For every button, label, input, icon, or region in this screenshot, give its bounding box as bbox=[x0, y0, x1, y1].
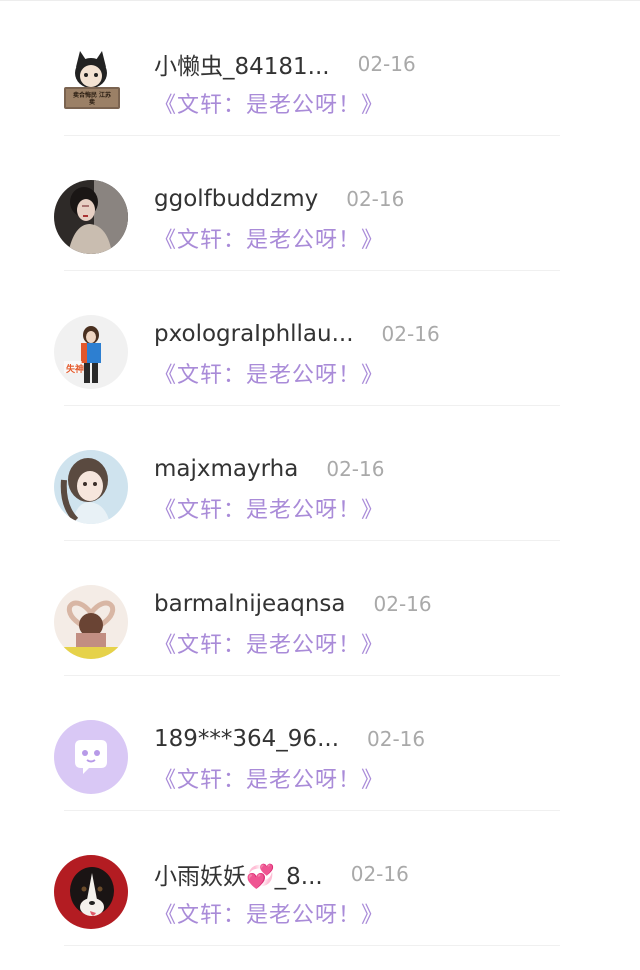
avatar-dog[interactable] bbox=[54, 855, 128, 929]
comment-text: 《文轩：是老公呀！》 bbox=[154, 363, 385, 388]
comment-list: 卖合悔民 江苏卖 小懒虫_84181... 02-16 《文轩：是老公呀！》 g… bbox=[0, 0, 640, 970]
comment-text: 《文轩：是老公呀！》 bbox=[154, 633, 385, 658]
comment-item[interactable]: 小雨妖妖💞_8... 02-16 《文轩：是老公呀！》 bbox=[0, 811, 640, 946]
comment-text: 《文轩：是老公呀！》 bbox=[154, 93, 385, 118]
comment-item[interactable]: 卖合悔民 江苏卖 小懒虫_84181... 02-16 《文轩：是老公呀！》 bbox=[0, 1, 640, 136]
avatar-caption-text: 失神 bbox=[66, 365, 85, 375]
comment-date: 02-16 bbox=[367, 727, 426, 751]
comment-text: 《文轩：是老公呀！》 bbox=[154, 498, 385, 523]
comment-text: 《文轩：是老公呀！》 bbox=[154, 228, 385, 253]
avatar-cat-ears-sign[interactable]: 卖合悔民 江苏卖 bbox=[54, 45, 128, 119]
username[interactable]: 小雨妖妖💞_8... bbox=[154, 857, 323, 891]
comment-item[interactable]: barmalnijeaqnsa 02-16 《文轩：是老公呀！》 bbox=[0, 541, 640, 676]
comment-date: 02-16 bbox=[357, 52, 416, 76]
avatar-heart-hands[interactable] bbox=[54, 585, 128, 659]
comment-date: 02-16 bbox=[373, 592, 432, 616]
avatar-sign-text: 卖合悔民 江苏卖 bbox=[72, 92, 112, 106]
comment-date: 02-16 bbox=[350, 862, 409, 886]
username[interactable]: majxmayrha bbox=[154, 456, 298, 482]
row-divider bbox=[64, 945, 560, 946]
comment-date: 02-16 bbox=[381, 322, 440, 346]
username[interactable]: ggolfbuddzmy bbox=[154, 186, 318, 212]
default-chat-bubble-avatar[interactable] bbox=[54, 720, 128, 794]
username[interactable]: 小懒虫_84181... bbox=[154, 47, 330, 81]
comment-text: 《文轩：是老公呀！》 bbox=[154, 903, 385, 928]
username[interactable]: barmalnijeaqnsa bbox=[154, 591, 346, 617]
comment-item[interactable]: 失神 pxolograIphllau... 02-16 《文轩：是老公呀！》 bbox=[0, 271, 640, 406]
comment-date: 02-16 bbox=[346, 187, 405, 211]
comment-item[interactable]: ggolfbuddzmy 02-16 《文轩：是老公呀！》 bbox=[0, 136, 640, 271]
comment-item[interactable]: majxmayrha 02-16 《文轩：是老公呀！》 bbox=[0, 406, 640, 541]
avatar-anime-girl[interactable] bbox=[54, 450, 128, 524]
username[interactable]: pxolograIphllau... bbox=[154, 321, 354, 347]
comment-text: 《文轩：是老公呀！》 bbox=[154, 768, 385, 793]
avatar-woman-portrait[interactable] bbox=[54, 180, 128, 254]
avatar-standing-person[interactable]: 失神 bbox=[54, 315, 128, 389]
username[interactable]: 189***364_96... bbox=[154, 726, 339, 752]
comment-date: 02-16 bbox=[326, 457, 385, 481]
comment-item[interactable]: 189***364_96... 02-16 《文轩：是老公呀！》 bbox=[0, 676, 640, 811]
